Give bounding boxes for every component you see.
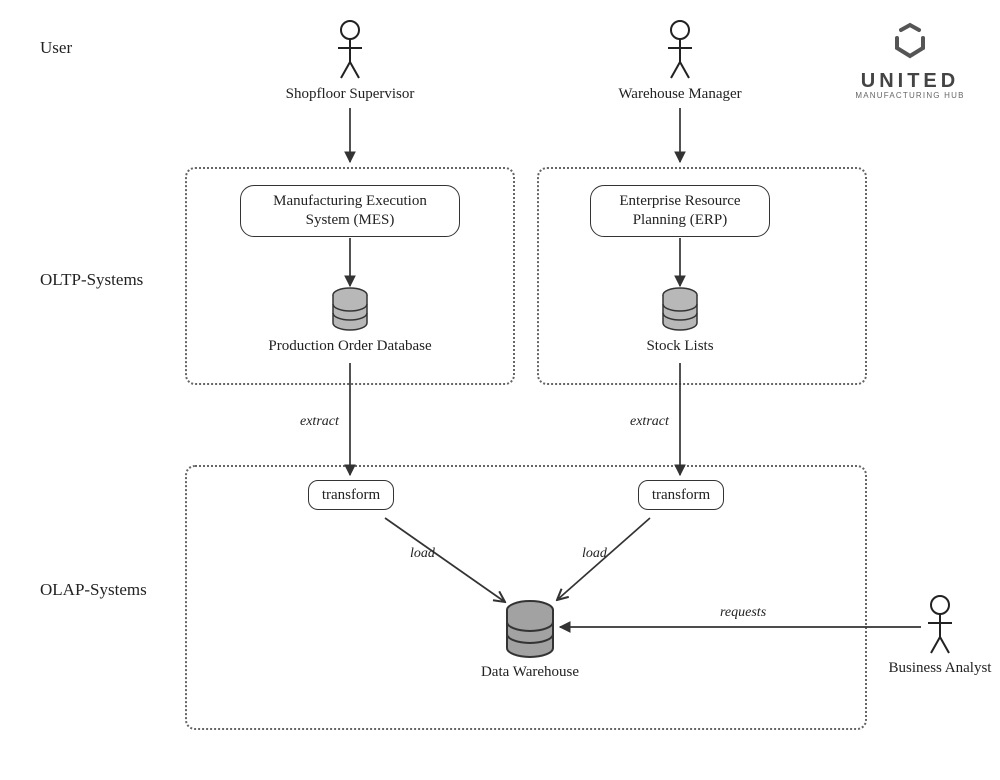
- edge-requests: requests: [720, 605, 766, 621]
- edge-load-left: load: [410, 546, 435, 562]
- node-erp: Enterprise Resource Planning (ERP): [590, 185, 770, 237]
- node-transform-right: transform: [638, 480, 724, 510]
- node-stock-label: Stock Lists: [620, 338, 740, 355]
- node-mes-label: Manufacturing Execution System (MES): [273, 192, 427, 230]
- database-dwh-icon: [507, 601, 553, 657]
- edge-load-right: load: [582, 546, 607, 562]
- node-transform-left: transform: [308, 480, 394, 510]
- database-prod-icon: [333, 288, 367, 330]
- actor-shopfloor-icon: [338, 21, 362, 78]
- node-prod-db-label: Production Order Database: [245, 338, 455, 355]
- actor-warehouse-label: Warehouse Manager: [600, 86, 760, 103]
- node-transform-left-label: transform: [322, 487, 380, 504]
- database-stock-icon: [663, 288, 697, 330]
- actor-analyst-label: Business Analyst: [875, 660, 1000, 677]
- diagram-svg: [0, 0, 1000, 780]
- edge-extract-right: extract: [630, 414, 669, 430]
- edge-extract-left: extract: [300, 414, 339, 430]
- node-mes: Manufacturing Execution System (MES): [240, 185, 460, 237]
- node-dwh-label: Data Warehouse: [455, 664, 605, 681]
- node-erp-label: Enterprise Resource Planning (ERP): [619, 192, 740, 230]
- actor-analyst-icon: [928, 596, 952, 653]
- actor-warehouse-icon: [668, 21, 692, 78]
- node-transform-right-label: transform: [652, 487, 710, 504]
- actor-shopfloor-label: Shopfloor Supervisor: [270, 86, 430, 103]
- arrow-load-left: [385, 518, 505, 602]
